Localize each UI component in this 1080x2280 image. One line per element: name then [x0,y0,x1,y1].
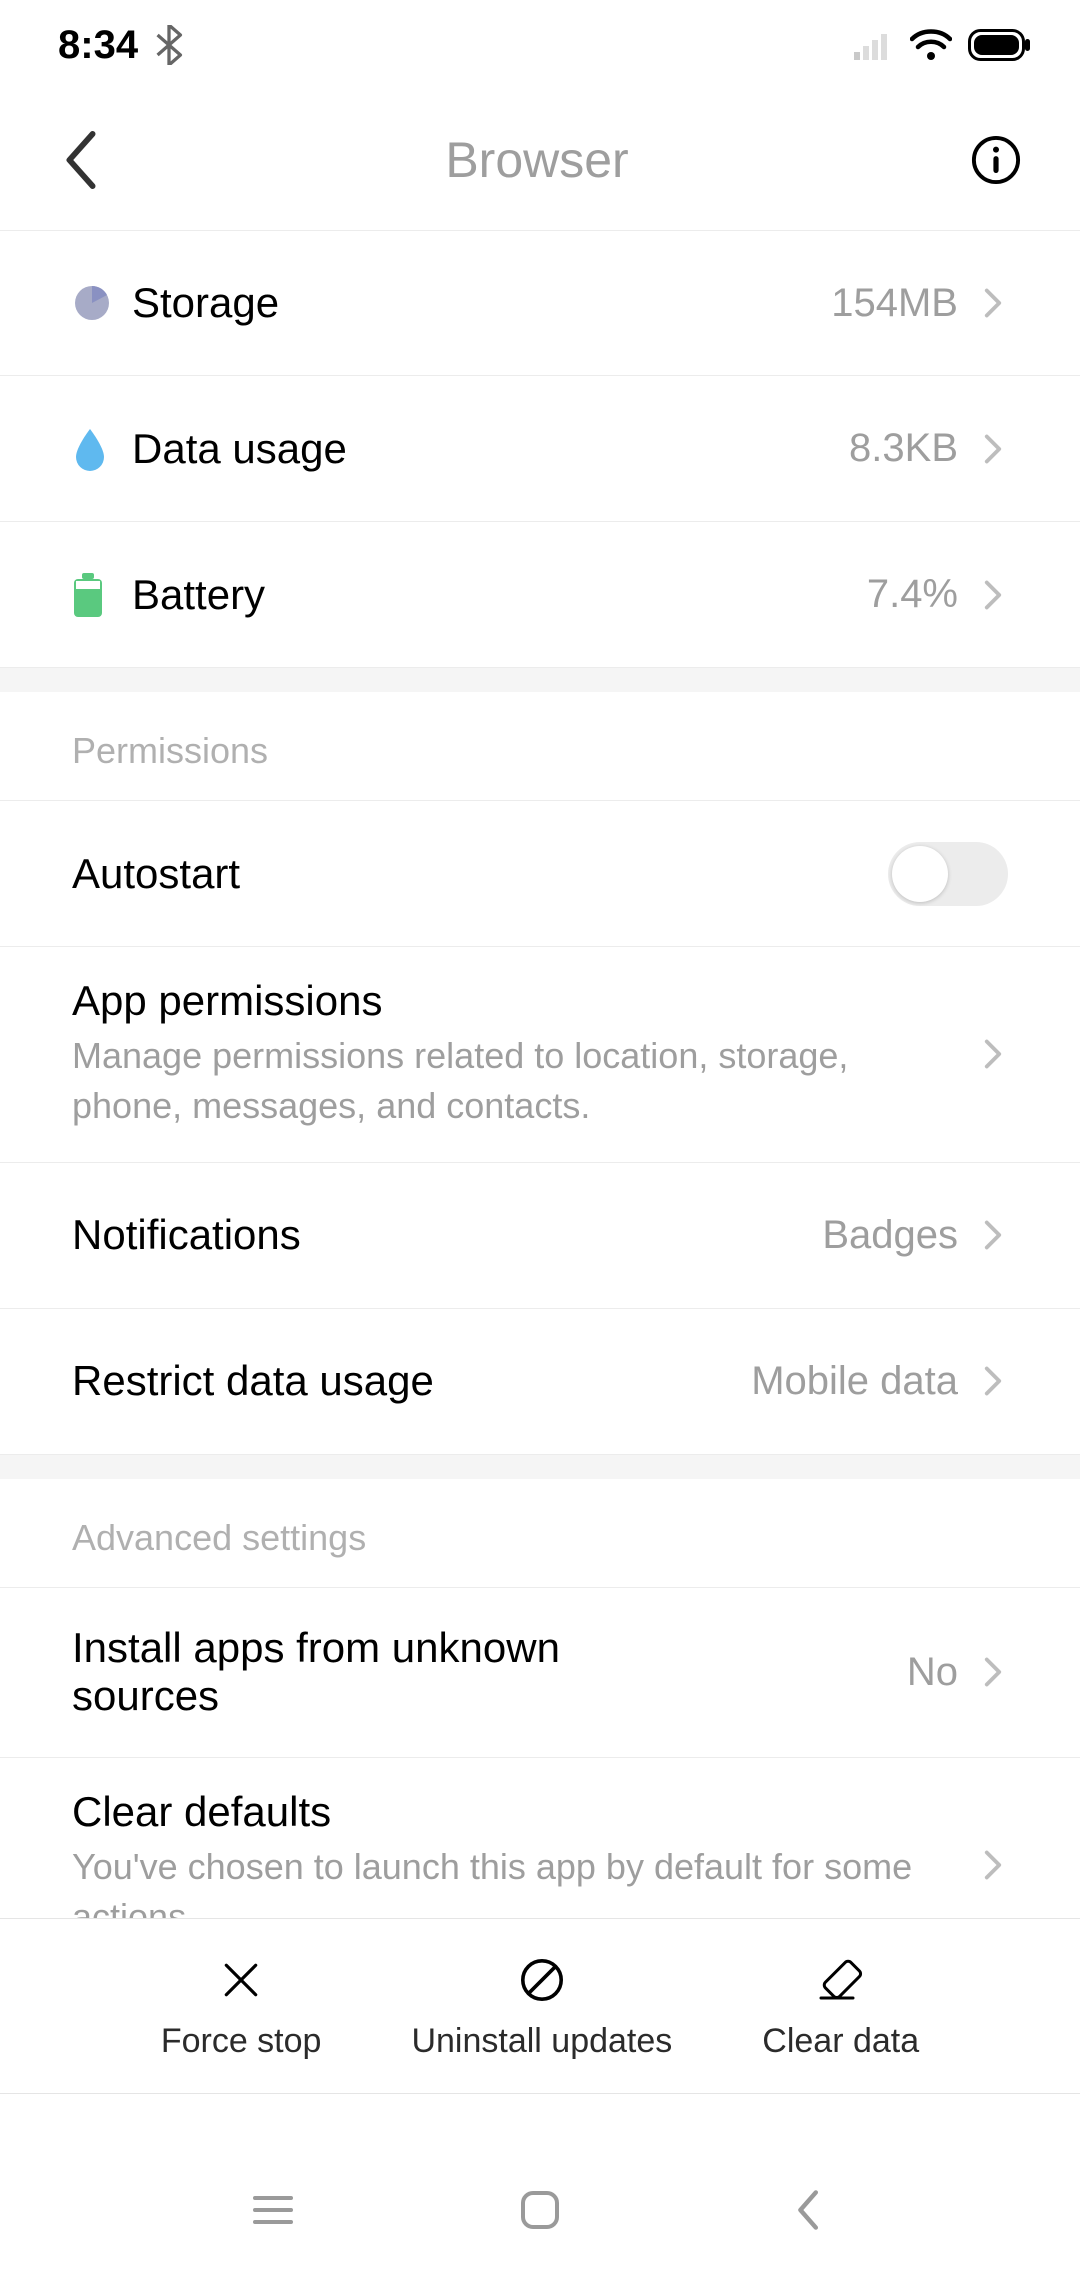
status-bar: 8:34 [0,0,1080,90]
row-battery[interactable]: Battery 7.4% [0,522,1080,668]
permissions-section: Autostart App permissions Manage permiss… [0,801,1080,1455]
data-usage-value: 8.3KB [849,426,958,471]
storage-label: Storage [132,279,831,327]
top-bar: Browser [0,90,1080,230]
notifications-value: Badges [822,1213,958,1258]
storage-value: 154MB [831,281,958,326]
cellular-icon [854,30,894,60]
chevron-right-icon [978,1648,1008,1696]
data-usage-label: Data usage [132,425,849,473]
clear-data-label: Clear data [762,2022,919,2061]
row-autostart[interactable]: Autostart [0,801,1080,947]
clear-defaults-label: Clear defaults [72,1788,978,1836]
chevron-right-icon [978,1357,1008,1405]
row-install-unknown[interactable]: Install apps from unknown sources No [0,1588,1080,1758]
wifi-icon [910,29,952,61]
row-data-usage[interactable]: Data usage 8.3KB [0,376,1080,522]
row-notifications[interactable]: Notifications Badges [0,1163,1080,1309]
page-title: Browser [106,131,968,189]
restrict-value: Mobile data [751,1359,958,1404]
status-time: 8:34 [58,23,138,68]
battery-usage-icon [72,573,132,617]
prohibit-icon [514,1952,570,2008]
chevron-right-icon [978,1030,1008,1078]
battery-icon [968,29,1032,61]
eraser-icon [813,1952,869,2008]
section-permissions-header: Permissions [0,692,1080,801]
row-restrict-data[interactable]: Restrict data usage Mobile data [0,1309,1080,1455]
row-app-permissions[interactable]: App permissions Manage permissions relat… [0,947,1080,1163]
nav-back-button[interactable] [772,2175,842,2245]
chevron-right-icon [978,1841,1008,1889]
chevron-right-icon [978,279,1008,327]
pie-chart-icon [72,283,132,323]
uninstall-updates-button[interactable]: Uninstall updates [411,1952,672,2061]
install-unknown-label: Install apps from unknown sources [72,1624,632,1720]
chevron-right-icon [978,1211,1008,1259]
chevron-right-icon [978,571,1008,619]
chevron-right-icon [978,425,1008,473]
clear-data-button[interactable]: Clear data [762,1952,919,2061]
system-nav-bar [0,2140,1080,2280]
force-stop-label: Force stop [161,2022,322,2061]
section-advanced-header: Advanced settings [0,1479,1080,1588]
app-permissions-label: App permissions [72,977,978,1025]
info-button[interactable] [968,132,1024,188]
bluetooth-icon [154,25,184,65]
usage-section: Storage 154MB Data usage 8.3KB Battery 7… [0,230,1080,668]
app-permissions-subtitle: Manage permissions related to location, … [72,1025,978,1132]
autostart-label: Autostart [72,850,888,898]
row-storage[interactable]: Storage 154MB [0,230,1080,376]
install-unknown-value: No [907,1650,958,1695]
nav-home-button[interactable] [505,2175,575,2245]
bottom-action-bar: Force stop Uninstall updates Clear data [0,1918,1080,2094]
battery-value: 7.4% [867,572,958,617]
advanced-section: Install apps from unknown sources No Cle… [0,1588,1080,1974]
uninstall-label: Uninstall updates [411,2022,672,2061]
droplet-icon [72,427,132,471]
battery-label: Battery [132,571,867,619]
force-stop-button[interactable]: Force stop [161,1952,322,2061]
nav-recents-button[interactable] [238,2175,308,2245]
close-icon [213,1952,269,2008]
restrict-label: Restrict data usage [72,1357,751,1405]
back-button[interactable] [56,125,106,195]
autostart-toggle[interactable] [888,842,1008,906]
notifications-label: Notifications [72,1211,822,1259]
